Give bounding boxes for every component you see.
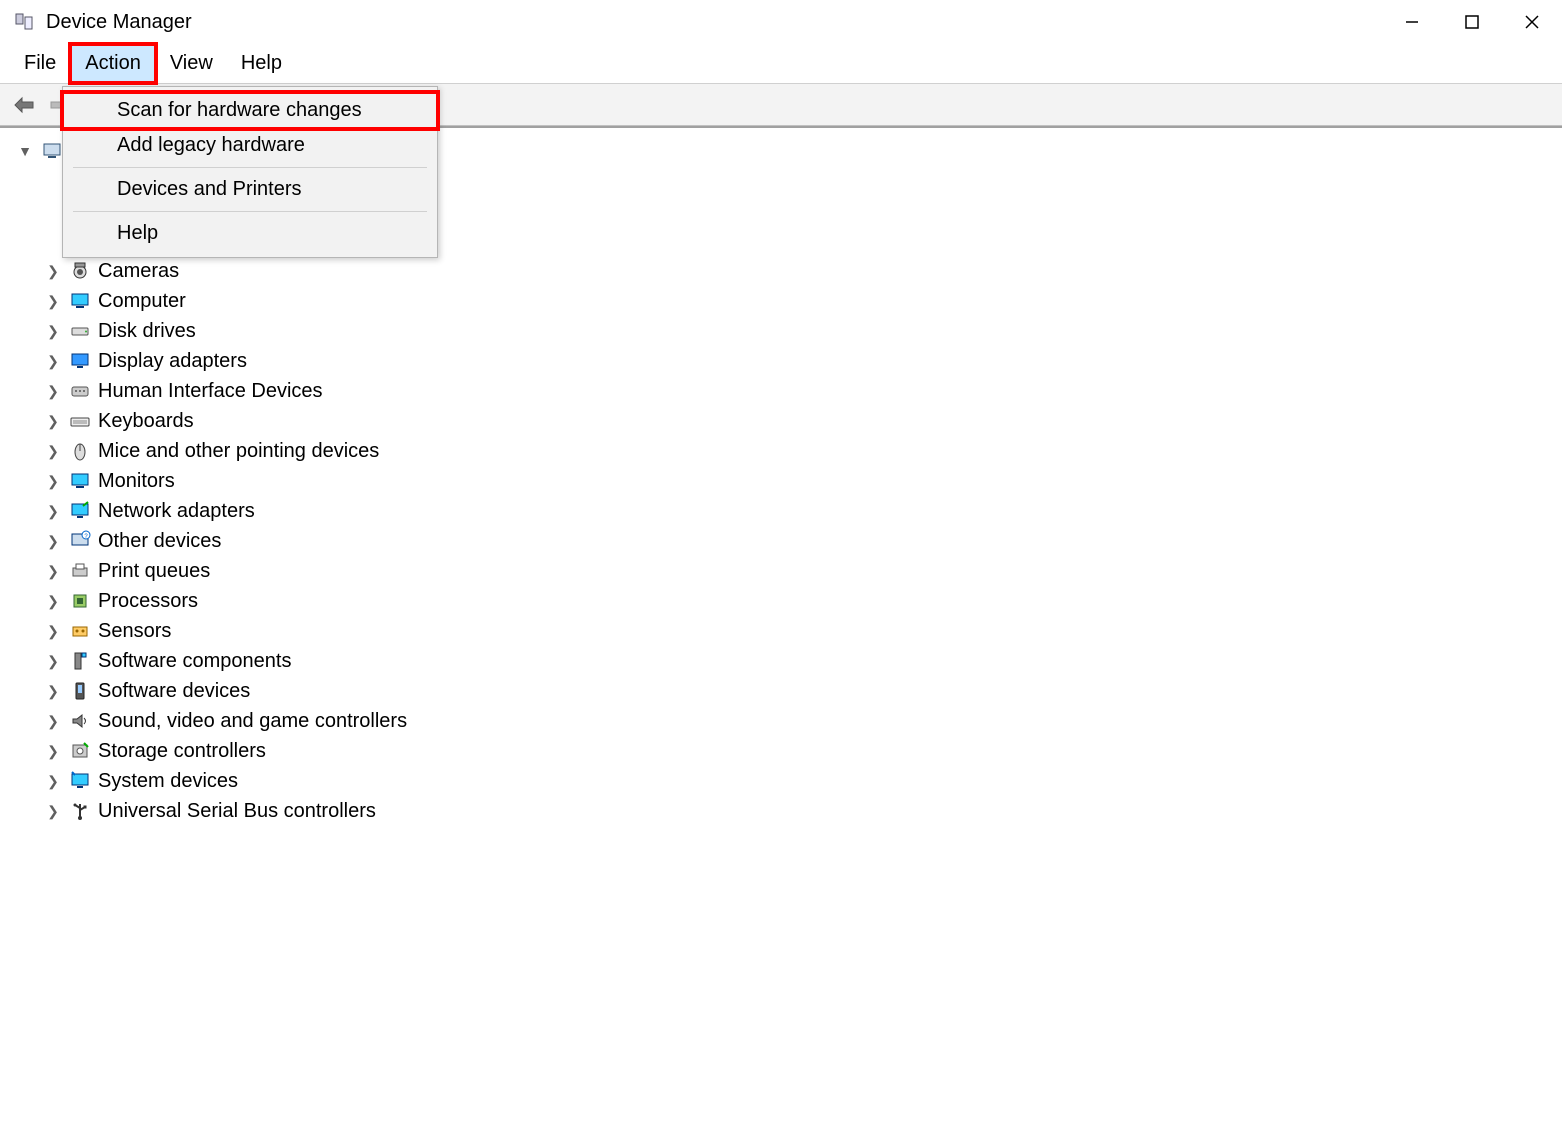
expand-icon[interactable]: ❯ bbox=[44, 623, 62, 640]
tree-item-label: Other devices bbox=[98, 530, 221, 553]
tree-item-label: Sound, video and game controllers bbox=[98, 710, 407, 733]
expand-icon[interactable]: ❯ bbox=[44, 803, 62, 820]
camera-icon bbox=[68, 259, 92, 283]
expand-icon[interactable]: ❯ bbox=[44, 293, 62, 310]
back-button[interactable] bbox=[10, 91, 38, 119]
tree-item[interactable]: ❯ Monitors bbox=[16, 466, 1558, 496]
tree-item[interactable]: ❯ Human Interface Devices bbox=[16, 376, 1558, 406]
expand-icon[interactable]: ❯ bbox=[44, 743, 62, 760]
tree-item-label: System devices bbox=[98, 770, 238, 793]
tree-item-label: Computer bbox=[98, 290, 186, 313]
menu-separator bbox=[73, 211, 427, 212]
expand-icon[interactable]: ❯ bbox=[44, 413, 62, 430]
expand-icon[interactable]: ❯ bbox=[44, 773, 62, 790]
menu-help-item[interactable]: Help bbox=[63, 216, 437, 251]
titlebar: Device Manager bbox=[0, 0, 1562, 44]
tree-item[interactable]: ❯ Universal Serial Bus controllers bbox=[16, 796, 1558, 826]
expand-icon[interactable]: ❯ bbox=[44, 653, 62, 670]
keyboard-icon bbox=[68, 409, 92, 433]
printer-icon bbox=[68, 559, 92, 583]
tree-item-label: Processors bbox=[98, 590, 198, 613]
expand-icon[interactable]: ❯ bbox=[44, 353, 62, 370]
expand-icon[interactable]: ❯ bbox=[44, 473, 62, 490]
tree-item-label: Sensors bbox=[98, 620, 171, 643]
tree-item[interactable]: ❯ Cameras bbox=[16, 256, 1558, 286]
expand-icon[interactable]: ❯ bbox=[44, 683, 62, 700]
tree-item[interactable]: ❯ Storage controllers bbox=[16, 736, 1558, 766]
tree-item-label: Print queues bbox=[98, 560, 210, 583]
content-area: ▼ ❯ ❯ ❯ ❯ Cameras ❯ Computer ❯ Disk drives ❯ Di… bbox=[0, 126, 1562, 1144]
tree-item-label: Software devices bbox=[98, 680, 250, 703]
cpu-icon bbox=[68, 589, 92, 613]
mouse-icon bbox=[68, 439, 92, 463]
other-icon: ? bbox=[68, 529, 92, 553]
expand-icon[interactable]: ❯ bbox=[44, 443, 62, 460]
expand-icon[interactable]: ❯ bbox=[44, 383, 62, 400]
menu-view[interactable]: View bbox=[156, 44, 227, 83]
menu-separator bbox=[73, 167, 427, 168]
tree-item-label: Keyboards bbox=[98, 410, 194, 433]
menu-file[interactable]: File bbox=[10, 44, 70, 83]
action-menu-dropdown: Scan for hardware changes Add legacy har… bbox=[62, 86, 438, 258]
tree-item-label: Disk drives bbox=[98, 320, 196, 343]
tree-item-label: Human Interface Devices bbox=[98, 380, 323, 403]
usb-icon bbox=[68, 799, 92, 823]
menu-action[interactable]: Action bbox=[70, 44, 156, 83]
window-title: Device Manager bbox=[46, 11, 192, 34]
menu-scan-hardware[interactable]: Scan for hardware changes bbox=[63, 93, 437, 128]
expand-icon[interactable]: ❯ bbox=[44, 263, 62, 280]
minimize-button[interactable] bbox=[1382, 0, 1442, 44]
swcomp-icon bbox=[68, 649, 92, 673]
tree-item[interactable]: ❯ Sensors bbox=[16, 616, 1558, 646]
swdev-icon bbox=[68, 679, 92, 703]
tree-item[interactable]: ❯ Software components bbox=[16, 646, 1558, 676]
app-icon bbox=[12, 10, 36, 34]
tree-item[interactable]: ❯ Disk drives bbox=[16, 316, 1558, 346]
tree-item[interactable]: ❯ Print queues bbox=[16, 556, 1558, 586]
tree-item[interactable]: ❯ Computer bbox=[16, 286, 1558, 316]
expand-icon[interactable]: ❯ bbox=[44, 563, 62, 580]
close-button[interactable] bbox=[1502, 0, 1562, 44]
expand-icon[interactable]: ❯ bbox=[44, 503, 62, 520]
maximize-button[interactable] bbox=[1442, 0, 1502, 44]
expand-icon[interactable]: ❯ bbox=[44, 713, 62, 730]
tree-item-label: Network adapters bbox=[98, 500, 255, 523]
system-icon bbox=[68, 769, 92, 793]
storage-icon bbox=[68, 739, 92, 763]
expand-icon[interactable]: ❯ bbox=[44, 533, 62, 550]
computer-icon bbox=[68, 289, 92, 313]
display-icon bbox=[68, 349, 92, 373]
disk-icon bbox=[68, 319, 92, 343]
tree-item-label: Universal Serial Bus controllers bbox=[98, 800, 376, 823]
tree-item-label: Cameras bbox=[98, 260, 179, 283]
sensor-icon bbox=[68, 619, 92, 643]
tree-item-label: Monitors bbox=[98, 470, 175, 493]
tree-item[interactable]: ❯ Mice and other pointing devices bbox=[16, 436, 1558, 466]
expand-icon[interactable]: ❯ bbox=[44, 593, 62, 610]
tree-item-label: Software components bbox=[98, 650, 291, 673]
sound-icon bbox=[68, 709, 92, 733]
tree-item[interactable]: ❯ Sound, video and game controllers bbox=[16, 706, 1558, 736]
tree-item[interactable]: ❯ Network adapters bbox=[16, 496, 1558, 526]
tree-item[interactable]: ❯ Processors bbox=[16, 586, 1558, 616]
tree-item[interactable]: ❯? Other devices bbox=[16, 526, 1558, 556]
window-controls bbox=[1382, 0, 1562, 44]
tree-item[interactable]: ❯ Software devices bbox=[16, 676, 1558, 706]
tree-item-label: Display adapters bbox=[98, 350, 247, 373]
monitor-icon bbox=[68, 469, 92, 493]
menu-add-legacy[interactable]: Add legacy hardware bbox=[63, 128, 437, 163]
tree-item[interactable]: ❯ System devices bbox=[16, 766, 1558, 796]
menubar: File Action View Help bbox=[0, 44, 1562, 84]
tree-item[interactable]: ❯ Keyboards bbox=[16, 406, 1558, 436]
menu-help[interactable]: Help bbox=[227, 44, 296, 83]
hid-icon bbox=[68, 379, 92, 403]
tree-item-label: Mice and other pointing devices bbox=[98, 440, 379, 463]
expand-icon[interactable]: ❯ bbox=[44, 323, 62, 340]
computer-root-icon bbox=[40, 139, 64, 163]
tree-item[interactable]: ❯ Display adapters bbox=[16, 346, 1558, 376]
network-icon bbox=[68, 499, 92, 523]
tree-item-label: Storage controllers bbox=[98, 740, 266, 763]
menu-devices-printers[interactable]: Devices and Printers bbox=[63, 172, 437, 207]
collapse-icon[interactable]: ▼ bbox=[16, 143, 34, 159]
